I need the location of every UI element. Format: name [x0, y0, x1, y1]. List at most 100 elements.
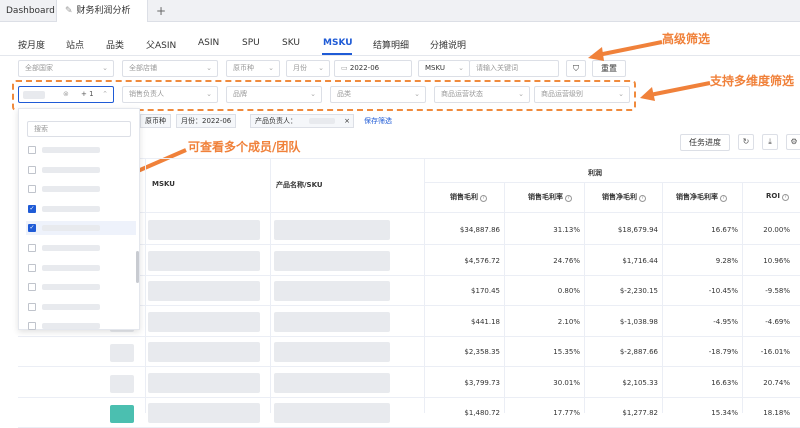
- keyword-input[interactable]: 请输入关键词: [469, 60, 559, 77]
- arrow-advanced-icon: [588, 40, 663, 61]
- checkbox-icon[interactable]: [28, 263, 36, 272]
- calendar-icon: ▭: [341, 64, 348, 72]
- annotation-multi-dimension: 支持多维度筛选: [710, 74, 795, 88]
- tab-category[interactable]: 品类: [106, 38, 124, 51]
- chevron-down-icon: ⌄: [206, 64, 212, 72]
- msku-value: [148, 342, 260, 362]
- col-net-profit[interactable]: 销售净毛利?: [602, 192, 646, 202]
- col-gross-margin[interactable]: 销售毛利率?: [528, 192, 572, 202]
- col-gross-profit-label: 销售毛利: [450, 193, 478, 201]
- ops-level-select[interactable]: 商品运营级别 ⌄: [534, 86, 630, 103]
- member-name: [42, 264, 100, 271]
- member-tag: [23, 91, 45, 99]
- tabs-divider: [0, 55, 800, 56]
- member-option[interactable]: [26, 143, 136, 157]
- tab-settlement[interactable]: 结算明细: [373, 38, 409, 51]
- tab-allocation[interactable]: 分摊说明: [430, 38, 466, 51]
- chip-owner[interactable]: 产品负责人： ×: [250, 114, 354, 128]
- member-option[interactable]: ✓: [26, 202, 136, 216]
- checkbox-icon[interactable]: [28, 322, 36, 331]
- col-roi[interactable]: ROI?: [766, 192, 789, 201]
- dropdown-scrollbar[interactable]: [136, 251, 139, 283]
- tab-dashboard[interactable]: Dashboard: [6, 0, 55, 22]
- help-icon[interactable]: ?: [720, 195, 727, 202]
- chip-month[interactable]: 月份：2022-06: [176, 114, 237, 128]
- member-option[interactable]: [26, 241, 136, 255]
- tab-sku[interactable]: SKU: [282, 38, 300, 48]
- search-type-select[interactable]: MSKU ⌄: [418, 60, 470, 77]
- help-icon[interactable]: ?: [781, 194, 789, 201]
- store-select-value: 全部店铺: [129, 64, 157, 72]
- cell-value: -4.69%: [765, 317, 790, 326]
- col-gross-profit[interactable]: 销售毛利?: [450, 192, 487, 202]
- member-option[interactable]: [26, 261, 136, 275]
- month-picker[interactable]: ▭ 2022-06: [334, 60, 412, 77]
- tab-finance-profit[interactable]: ✎ 财务利润分析: [56, 0, 148, 22]
- col-product[interactable]: 产品名称/SKU: [276, 180, 323, 190]
- checkbox-checked-icon[interactable]: ✓: [28, 224, 36, 233]
- cell-value: -9.58%: [765, 287, 790, 295]
- currency-select[interactable]: 原币种 ⌄: [226, 60, 280, 77]
- checkbox-checked-icon[interactable]: ✓: [28, 204, 36, 213]
- cell-value: $1,480.72: [464, 409, 500, 417]
- msku-value: [148, 250, 260, 271]
- sales-owner-select[interactable]: 销售负责人 ⌄: [122, 86, 218, 103]
- tab-parent-asin[interactable]: 父ASIN: [146, 38, 176, 51]
- member-select[interactable]: ⊗ + 1 ⌃: [18, 86, 114, 103]
- tab-asin[interactable]: ASIN: [198, 38, 219, 48]
- category-select[interactable]: 品类 ⌄: [330, 86, 426, 103]
- tab-msku[interactable]: MSKU: [323, 38, 353, 48]
- checkbox-icon[interactable]: [28, 185, 36, 194]
- help-icon[interactable]: ?: [480, 195, 487, 202]
- member-option[interactable]: [26, 319, 136, 333]
- tab-monthly[interactable]: 按月度: [18, 38, 45, 51]
- cell-value: $2,105.33: [622, 378, 658, 387]
- cell-value: -10.45%: [708, 287, 738, 295]
- clear-icon[interactable]: ⊗: [63, 87, 69, 102]
- cell-value: 15.35%: [553, 348, 580, 356]
- advanced-filter-button[interactable]: ⛉: [566, 60, 586, 77]
- cell-value: $4,576.72: [464, 256, 500, 265]
- cell-value: $170.45: [471, 287, 500, 295]
- member-option[interactable]: [26, 163, 136, 177]
- tab-site[interactable]: 站点: [66, 38, 84, 51]
- store-select[interactable]: 全部店铺 ⌄: [122, 60, 218, 77]
- chevron-down-icon: ⌄: [414, 90, 420, 98]
- col-net-margin[interactable]: 销售净毛利率?: [676, 192, 727, 202]
- search-type-value: MSKU: [425, 64, 446, 72]
- help-icon[interactable]: ?: [639, 195, 646, 202]
- settings-icon[interactable]: ⚙: [786, 134, 800, 150]
- reset-button[interactable]: 重置: [592, 60, 626, 77]
- cell-value: 16.67%: [711, 226, 738, 234]
- task-progress-button[interactable]: 任务进度: [680, 134, 730, 151]
- chip-currency[interactable]: 原币种: [140, 114, 171, 128]
- member-option[interactable]: [26, 300, 136, 314]
- col-msku[interactable]: MSKU: [152, 180, 175, 188]
- msku-value: [148, 311, 260, 332]
- ops-status-select[interactable]: 商品运营状态 ⌄: [434, 86, 530, 103]
- brand-select[interactable]: 品牌 ⌄: [226, 86, 322, 103]
- help-icon[interactable]: ?: [565, 195, 572, 202]
- member-option[interactable]: [26, 182, 136, 196]
- save-filter-link[interactable]: 保存筛选: [364, 116, 392, 126]
- country-select-value: 全部国家: [25, 64, 53, 72]
- download-icon[interactable]: ⤓: [762, 134, 778, 150]
- checkbox-icon[interactable]: [28, 302, 36, 311]
- checkbox-icon[interactable]: [28, 244, 36, 252]
- period-type-select[interactable]: 月份 ⌄: [286, 60, 330, 77]
- add-tab-button[interactable]: +: [156, 0, 166, 22]
- product-value: [274, 372, 390, 393]
- checkbox-icon[interactable]: [28, 283, 36, 292]
- member-option[interactable]: ✓: [26, 221, 136, 236]
- member-search-input[interactable]: 搜索: [27, 121, 131, 137]
- cell-value: $2,358.35: [464, 348, 500, 356]
- checkbox-icon[interactable]: [28, 165, 36, 174]
- filter-icon: ⛉: [573, 64, 579, 73]
- close-icon[interactable]: ×: [344, 115, 350, 127]
- member-option[interactable]: [26, 280, 136, 294]
- tab-spu[interactable]: SPU: [242, 38, 260, 48]
- checkbox-icon[interactable]: [28, 146, 36, 154]
- country-select[interactable]: 全部国家 ⌄: [18, 60, 114, 77]
- arrow-multi-dim-icon: [640, 81, 711, 101]
- refresh-icon[interactable]: ↻: [738, 134, 754, 150]
